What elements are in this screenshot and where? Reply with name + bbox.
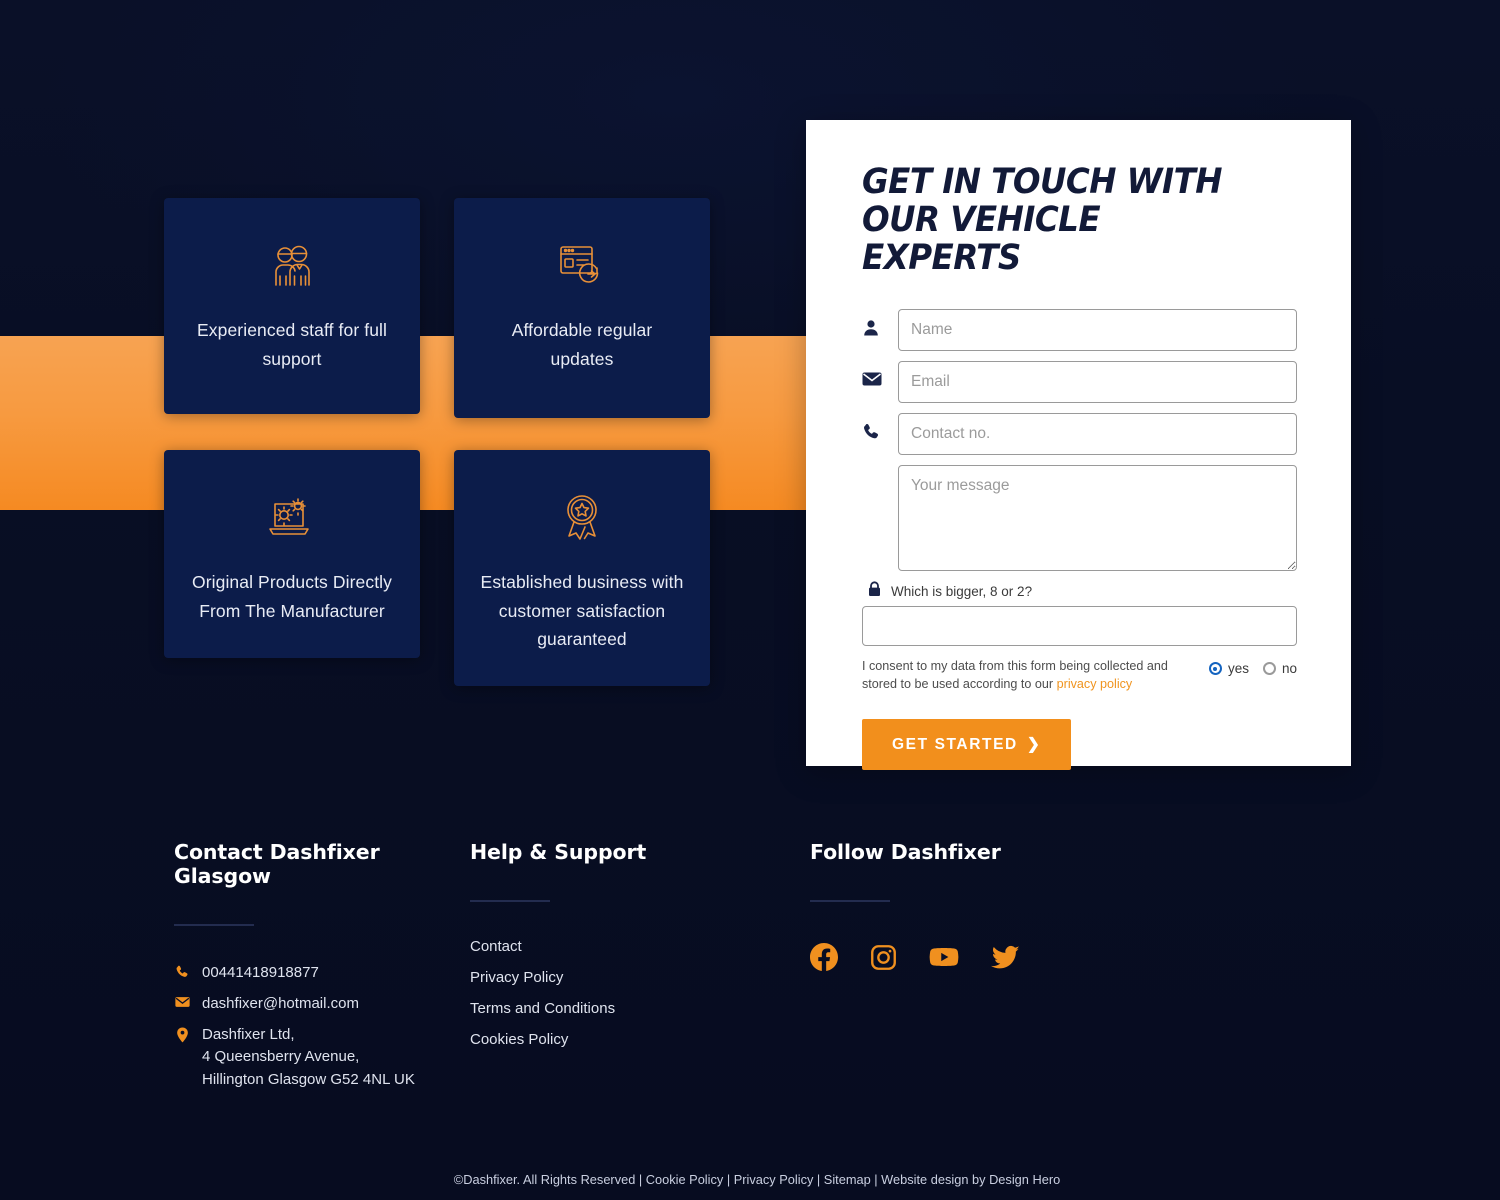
consent-radio-no[interactable]: no — [1262, 661, 1297, 677]
footer-link-terms-and-conditions[interactable]: Terms and Conditions — [470, 1000, 750, 1017]
feature-card-original-products: Original Products Directly From The Manu… — [164, 450, 420, 658]
footer-link-contact[interactable]: Contact — [470, 938, 750, 955]
two-people-icon — [190, 238, 394, 294]
footer-divider — [810, 900, 890, 902]
submit-label: GET STARTED — [892, 735, 1018, 753]
feature-card-established-business: Established business with customer satis… — [454, 450, 710, 686]
consent-radio-group: yes no — [1208, 658, 1297, 677]
contact-address-text: Dashfixer Ltd, 4 Queensberry Avenue, Hil… — [202, 1025, 415, 1089]
contact-form-card: GET IN TOUCH WITH OUR VEHICLE EXPERTS Na… — [806, 120, 1351, 771]
chevron-right-icon: ❯ — [1026, 736, 1042, 754]
footer-contact-column: Contact Dashfixer Glasgow 00441418918877 — [174, 840, 464, 1100]
feature-card-experienced-staff: Experienced staff for full support — [164, 198, 420, 414]
phone-field-row — [862, 413, 1297, 456]
footer-divider — [174, 924, 254, 926]
footer-help-heading: Help & Support — [470, 840, 647, 864]
feature-card-label: Established business with customer satis… — [480, 572, 684, 650]
phone-icon — [174, 962, 190, 979]
footer-link-privacy-policy[interactable]: Privacy Policy — [470, 969, 750, 986]
feature-card-label: Original Products Directly From The Manu… — [191, 572, 393, 621]
feature-card-label: Experienced staff for full support — [196, 320, 387, 369]
browser-refresh-icon — [480, 238, 684, 294]
twitter-icon[interactable] — [991, 943, 1020, 977]
message-textarea[interactable] — [898, 465, 1297, 572]
award-ribbon-icon — [480, 490, 684, 546]
captcha-label-row: Which is bigger, 8 or 2? — [868, 581, 1297, 602]
captcha-question: Which is bigger, 8 or 2? — [891, 584, 1033, 600]
map-pin-icon — [174, 1024, 190, 1043]
footer-follow-heading: Follow Dashfixer — [810, 840, 1001, 864]
contact-address-item: Dashfixer Ltd, 4 Queensberry Avenue, Hil… — [174, 1024, 464, 1092]
user-icon — [862, 309, 898, 337]
captcha-input[interactable] — [862, 606, 1297, 647]
captcha-input-row — [862, 606, 1297, 647]
laptop-gears-icon — [190, 490, 394, 546]
feature-card-affordable-updates: Affordable regular updates — [454, 198, 710, 418]
footer-link-list: Contact Privacy Policy Terms and Conditi… — [470, 938, 750, 1048]
envelope-icon — [174, 993, 190, 1008]
radio-label-yes: yes — [1227, 661, 1249, 677]
instagram-icon[interactable] — [870, 944, 897, 976]
email-field-row — [862, 361, 1297, 404]
consent-radio-yes[interactable]: yes — [1208, 661, 1249, 677]
feature-card-label: Affordable regular updates — [511, 320, 653, 369]
message-spacer — [862, 465, 898, 477]
contact-email-item[interactable]: dashfixer@hotmail.com — [174, 993, 464, 1016]
consent-row: I consent to my data from this form bein… — [862, 658, 1297, 693]
captcha-section: Which is bigger, 8 or 2? — [862, 581, 1297, 647]
name-field-row — [862, 309, 1297, 352]
radio-dot-no[interactable] — [1262, 662, 1276, 676]
lock-icon — [868, 581, 881, 602]
footer-divider — [470, 900, 550, 902]
contact-list: 00441418918877 dashfixer@hotmail.com Das… — [174, 962, 464, 1092]
phone-input[interactable] — [898, 413, 1297, 456]
get-started-button[interactable]: GET STARTED ❯ — [862, 719, 1072, 771]
contact-email-text: dashfixer@hotmail.com — [202, 994, 359, 1012]
radio-dot-yes[interactable] — [1208, 662, 1222, 676]
radio-label-no: no — [1281, 661, 1297, 677]
name-input[interactable] — [898, 309, 1297, 352]
consent-text: I consent to my data from this form bein… — [862, 658, 1177, 693]
phone-icon — [862, 413, 898, 441]
form-title: GET IN TOUCH WITH OUR VEHICLE EXPERTS — [862, 162, 1222, 278]
copyright-bar: ©Dashfixer. All Rights Reserved | Cookie… — [0, 1172, 1500, 1187]
email-input[interactable] — [898, 361, 1297, 404]
youtube-icon[interactable] — [929, 942, 959, 977]
copyright-text: ©Dashfixer. All Rights Reserved | Cookie… — [453, 1172, 1061, 1187]
footer-contact-heading: Contact Dashfixer Glasgow — [174, 840, 380, 888]
footer-follow-column: Follow Dashfixer — [810, 840, 1130, 977]
footer-help-column: Help & Support Contact Privacy Policy Te… — [470, 840, 750, 1062]
envelope-icon — [862, 361, 898, 387]
contact-phone-text: 00441418918877 — [202, 964, 319, 981]
contact-phone-item[interactable]: 00441418918877 — [174, 962, 464, 985]
privacy-policy-link[interactable]: privacy policy — [1057, 677, 1133, 691]
facebook-icon[interactable] — [810, 943, 838, 976]
footer-link-cookies-policy[interactable]: Cookies Policy — [470, 1031, 750, 1048]
message-field-row — [862, 465, 1297, 572]
social-links — [810, 942, 1130, 977]
